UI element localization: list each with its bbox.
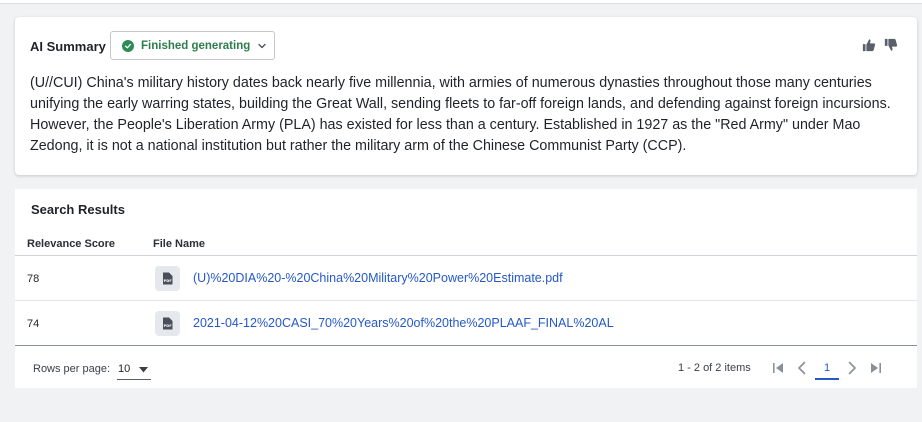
relevance-score: 74 — [27, 318, 40, 330]
table-row: 78 PDF (U)%20DIA%20-%20China%20Military%… — [15, 256, 917, 301]
ai-summary-card: AI Summary Finished generating (U//CUI) … — [15, 17, 917, 175]
column-header-relevance-score[interactable]: Relevance Score — [27, 238, 115, 250]
status-label: Finished generating — [141, 39, 251, 52]
next-page-icon[interactable] — [845, 360, 859, 376]
top-strip — [0, 0, 922, 4]
svg-text:PDF: PDF — [164, 279, 173, 283]
search-results-title: Search Results — [31, 202, 125, 217]
last-page-icon[interactable] — [869, 360, 883, 376]
first-page-icon[interactable] — [771, 360, 785, 376]
ai-summary-text: (U//CUI) China's military history dates … — [30, 75, 891, 154]
column-header-file-name[interactable]: File Name — [153, 238, 205, 250]
thumbs-up-icon[interactable] — [862, 38, 876, 52]
ai-summary-title: AI Summary — [30, 39, 106, 54]
search-results-card: Search Results Relevance Score File Name… — [15, 189, 917, 388]
relevance-score: 78 — [27, 273, 40, 285]
thumbs-down-icon[interactable] — [884, 38, 898, 52]
current-page-button[interactable]: 1 — [815, 360, 839, 380]
rows-per-page-value: 10 — [118, 363, 131, 375]
chevron-down-icon — [258, 43, 266, 48]
check-circle-icon — [122, 39, 134, 52]
pdf-file-icon: PDF — [155, 266, 180, 291]
file-link[interactable]: 2021-04-12%20CASI_70%20Years%20of%20the%… — [193, 316, 614, 330]
table-row: 74 PDF 2021-04-12%20CASI_70%20Years%20of… — [15, 301, 917, 346]
items-count: 1 - 2 of 2 items — [678, 362, 751, 374]
pdf-file-icon: PDF — [155, 311, 180, 336]
rows-per-page-select[interactable]: 10 — [117, 360, 151, 380]
caret-down-icon — [139, 367, 148, 373]
rows-per-page-label: Rows per page: — [33, 363, 111, 375]
generation-status-dropdown[interactable]: Finished generating — [110, 31, 275, 60]
file-link[interactable]: (U)%20DIA%20-%20China%20Military%20Power… — [193, 271, 563, 285]
svg-text:PDF: PDF — [164, 324, 173, 328]
previous-page-icon[interactable] — [795, 360, 809, 376]
